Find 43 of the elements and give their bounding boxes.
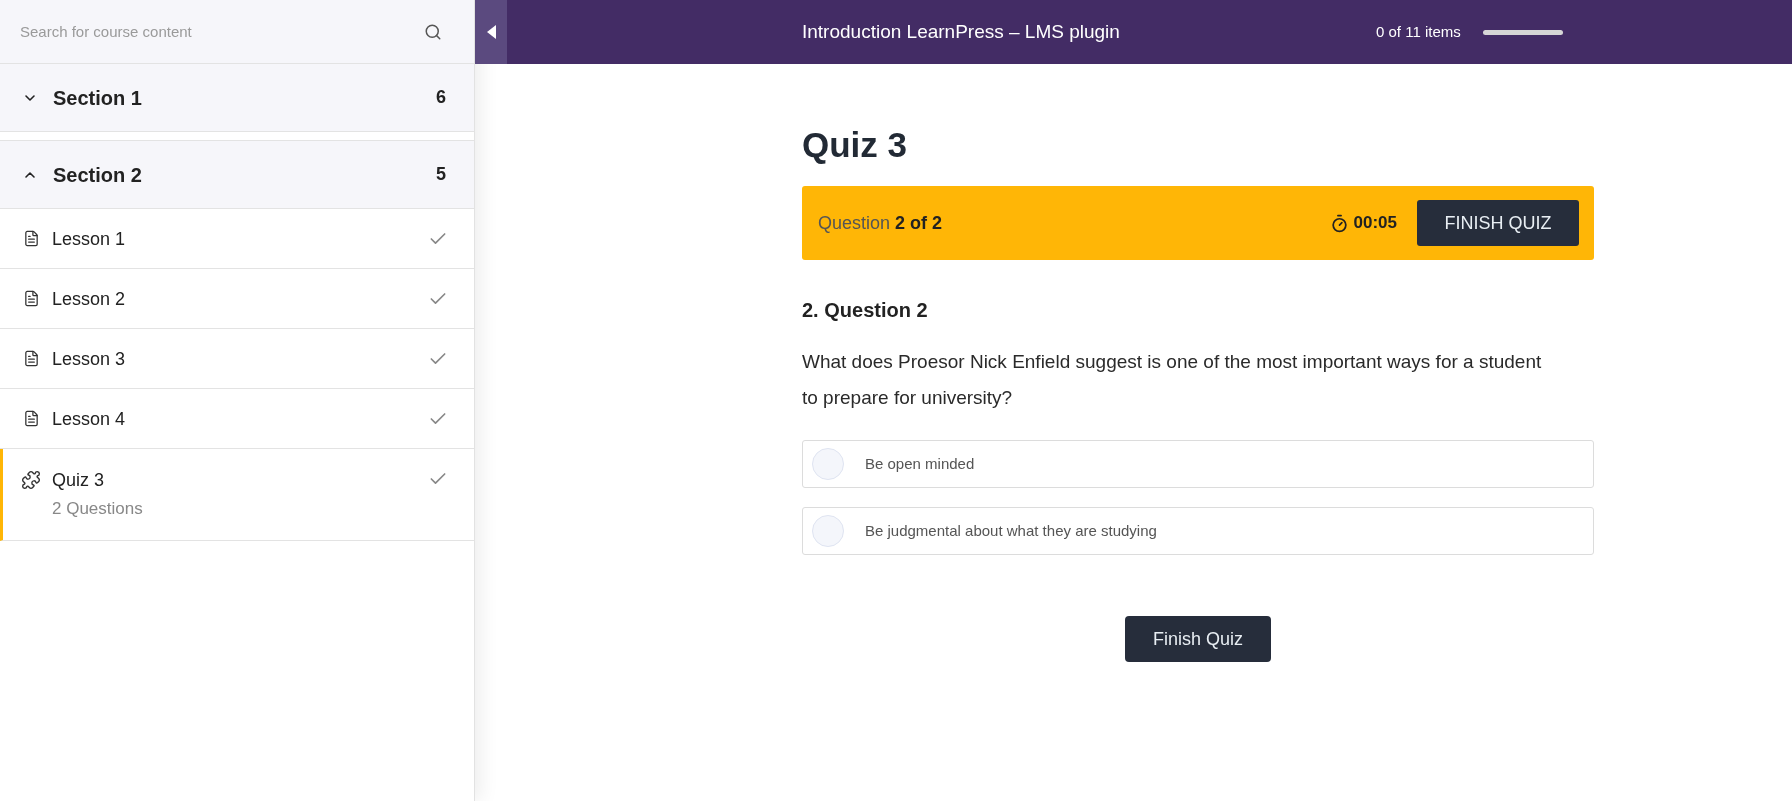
document-icon bbox=[22, 229, 40, 248]
timer-text: 00:05 bbox=[1353, 212, 1397, 235]
puzzle-icon bbox=[21, 470, 41, 490]
lesson-item[interactable]: Lesson 1 bbox=[0, 209, 474, 269]
search-field[interactable]: Search for course content bbox=[0, 0, 474, 64]
question-text: What does Proesor Nick Enfield suggest is one of the most important ways for a student to prepare for university? bbox=[802, 350, 1543, 410]
item-title: Lesson 2 bbox=[52, 287, 126, 311]
question-counter: Question 2 of 2 bbox=[818, 211, 943, 235]
search-icon[interactable] bbox=[424, 22, 442, 41]
section-header[interactable]: Section 1 6 bbox=[0, 64, 474, 132]
item-title: Lesson 3 bbox=[52, 347, 126, 371]
section-title: Section 2 bbox=[53, 162, 142, 188]
lesson-item[interactable]: Lesson 2 bbox=[0, 269, 474, 329]
search-input[interactable]: Search for course content bbox=[20, 13, 424, 50]
quiz-title: Quiz 3 bbox=[802, 124, 909, 166]
document-icon bbox=[22, 349, 40, 368]
caret-left-icon bbox=[486, 25, 496, 39]
stopwatch-icon bbox=[1329, 213, 1349, 233]
radio-button[interactable] bbox=[812, 515, 844, 547]
document-icon bbox=[22, 409, 40, 428]
finish-quiz-button[interactable]: FINISH QUIZ bbox=[1417, 200, 1579, 246]
answer-option[interactable]: Be open minded bbox=[802, 440, 1594, 488]
progress-label: 0 of 11 items bbox=[1376, 21, 1461, 42]
option-label: Be open minded bbox=[865, 453, 975, 474]
section-title: Section 1 bbox=[53, 85, 142, 111]
question-title: 2. Question 2 bbox=[802, 298, 929, 323]
quiz-item[interactable]: Quiz 3 2 Questions bbox=[0, 449, 474, 541]
document-icon bbox=[22, 289, 40, 308]
finish-quiz-button[interactable]: Finish Quiz bbox=[1125, 616, 1271, 662]
sidebar-toggle-button[interactable] bbox=[475, 0, 507, 64]
section-header[interactable]: Section 2 5 bbox=[0, 141, 474, 209]
radio-button[interactable] bbox=[812, 448, 844, 480]
lesson-item[interactable]: Lesson 3 bbox=[0, 329, 474, 389]
item-title: Quiz 3 bbox=[52, 469, 106, 492]
item-count: 5 bbox=[436, 163, 446, 186]
item-count: 6 bbox=[436, 86, 446, 109]
item-title: Lesson 1 bbox=[52, 227, 126, 251]
question-count: 2 Questions bbox=[52, 498, 143, 520]
lesson-item[interactable]: Lesson 4 bbox=[0, 389, 474, 449]
course-title: Introduction LearnPress – LMS plugin bbox=[802, 20, 1120, 42]
answer-option[interactable]: Be judgmental about what they are studying bbox=[802, 507, 1594, 555]
option-label: Be judgmental about what they are studying bbox=[865, 520, 1157, 541]
item-title: Lesson 4 bbox=[52, 407, 126, 431]
